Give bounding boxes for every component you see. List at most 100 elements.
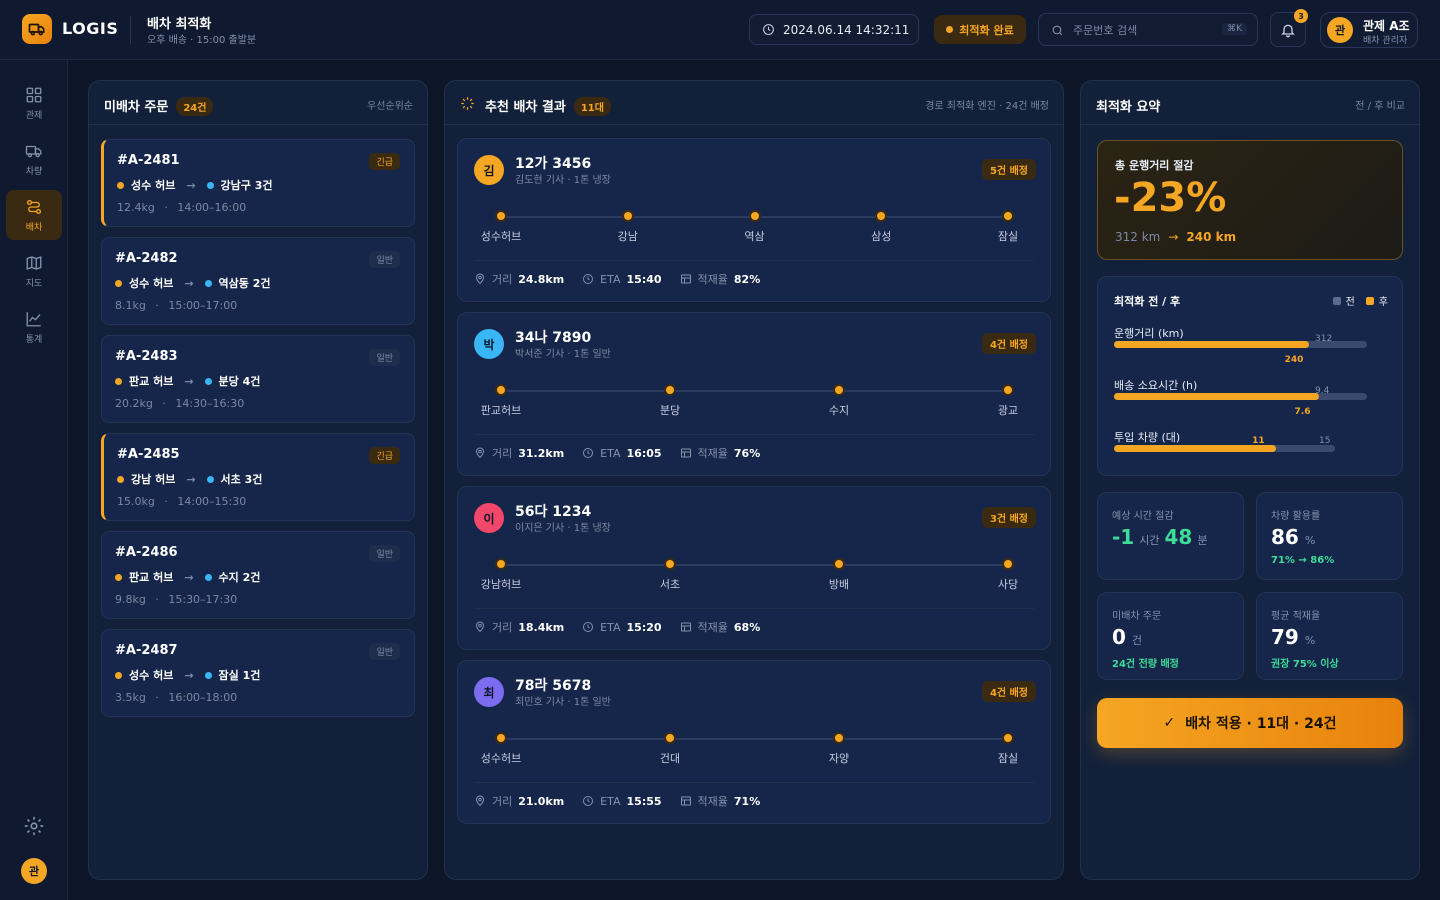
order-destination: 강남구 3건 — [220, 179, 273, 192]
eta-label: ETA — [600, 620, 621, 634]
clock-icon — [583, 796, 594, 806]
order-meta: 12.4kg · 14:00–16:00 — [117, 201, 246, 214]
nav-item-stats[interactable]: 통계 — [6, 302, 62, 352]
vehicle-card[interactable]: 이 56다 1234 이지은 기사 · 1톤 냉장 3건 배정 강남허브 서초 … — [457, 486, 1051, 650]
map-icon — [26, 255, 42, 270]
apply-label: 배차 적용 · 11대 · 24건 — [1185, 716, 1337, 732]
order-card[interactable]: #A-2487 일반 성수 허브 → 잠실 1건 3.5kg · 16:00–1… — [101, 629, 415, 717]
order-card[interactable]: #A-2482 일반 성수 허브 → 역삼동 2건 8.1kg · 15:00–… — [101, 237, 415, 325]
route-stop-label: 수지 — [828, 404, 850, 417]
nav-label: 통계 — [25, 334, 43, 345]
assigned-count-badge: 5건 배정 — [981, 159, 1036, 180]
route-stop-label: 건대 — [659, 752, 681, 765]
vehicle-plate: 56다 1234 — [515, 504, 592, 520]
user-name: 관제 A조 — [1363, 19, 1410, 33]
vehicle-plate: 12가 3456 — [515, 156, 592, 172]
order-route: 판교 허브 → 수지 2건 — [115, 569, 260, 585]
page-subtitle: 오후 배송 · 15:00 출발분 — [147, 35, 257, 46]
divider — [474, 434, 1034, 435]
legend-before: 전 — [1345, 297, 1355, 308]
route-stop-label: 방배 — [828, 578, 850, 591]
arrow-right-icon: → — [184, 374, 194, 388]
order-weight: 12.4kg — [117, 201, 155, 214]
vehicle-card[interactable]: 최 78라 5678 최민호 기사 · 1톤 일반 4건 배정 성수허브 건대 … — [457, 660, 1051, 824]
distance-label: 거리 — [492, 795, 513, 808]
saving-after: 240 km — [1186, 230, 1237, 244]
arrow-right-icon: → — [186, 178, 196, 192]
search-input[interactable] — [1073, 21, 1213, 39]
metric-value: 86 — [1271, 525, 1299, 549]
vehicle-card[interactable]: 김 12가 3456 김도현 기사 · 1톤 냉장 5건 배정 성수허브 강남 … — [457, 138, 1051, 302]
sidebar-avatar[interactable]: 관 — [21, 858, 47, 884]
vehicle-stats: 거리 21.0km ETA 15:55 적재율 71% — [474, 793, 772, 809]
meta-separator: · — [164, 201, 168, 214]
load-label: 적재율 — [697, 621, 728, 634]
route-stop-label: 판교허브 — [480, 404, 522, 417]
metric-value: 79 — [1271, 625, 1299, 649]
order-window: 16:00–18:00 — [168, 691, 238, 704]
results-header: 추천 배차 결과 11대 경로 최적화 엔진 · 24건 배정 — [445, 81, 1063, 125]
bell-icon — [1281, 24, 1295, 37]
distance-value: 21.0km — [518, 794, 565, 808]
eta-value: 15:40 — [626, 272, 662, 286]
metric-card: 차량 활용률 86 % 71% → 86% — [1256, 492, 1403, 580]
after-value: 7.6 — [1294, 407, 1311, 417]
top-bar: LOGIS 배차 최적화 오후 배송 · 15:00 출발분 2024.06.1… — [0, 0, 1440, 60]
driver-info: 이지은 기사 · 1톤 냉장 — [515, 523, 611, 534]
order-card[interactable]: #A-2486 일반 판교 허브 → 수지 2건 9.8kg · 15:30–1… — [101, 531, 415, 619]
load-value: 82% — [733, 272, 761, 286]
spinner-icon — [461, 97, 474, 110]
destination-dot — [206, 181, 214, 189]
avatar: 관 — [1327, 17, 1353, 43]
orders-header: 미배차 주문 24건 우선순위순 — [89, 81, 427, 125]
eta-label: ETA — [600, 272, 621, 286]
divider — [474, 782, 1034, 783]
chart-icon — [26, 311, 41, 326]
meta-separator: · — [155, 691, 159, 704]
search-icon — [1052, 25, 1063, 36]
datetime-text: 2024.06.14 14:32:11 — [783, 22, 910, 37]
metric-label: 평균 적재율 — [1271, 611, 1321, 622]
metric-unit: % — [1304, 534, 1316, 547]
order-card[interactable]: #A-2483 일반 판교 허브 → 분당 4건 20.2kg · 14:30–… — [101, 335, 415, 423]
order-card[interactable]: #A-2485 긴급 강남 허브 → 서초 3건 15.0kg · 14:00–… — [101, 433, 415, 521]
nav-item-vehicles[interactable]: 차량 — [6, 134, 62, 184]
order-destination: 서초 3건 — [220, 473, 263, 486]
route-stop-dot — [875, 210, 888, 222]
origin-dot — [117, 475, 124, 483]
route-stop-dot — [495, 210, 507, 222]
order-meta: 15.0kg · 14:00–15:30 — [117, 495, 246, 508]
destination-dot — [204, 573, 212, 581]
divider — [474, 608, 1034, 609]
load-value: 71% — [733, 794, 761, 808]
route-stop-dot — [495, 732, 507, 744]
route-stop-label: 강남 — [617, 230, 638, 243]
box-icon — [680, 274, 691, 284]
driver-avatar: 이 — [474, 503, 504, 533]
route-stop-label: 사당 — [997, 578, 1019, 591]
box-icon — [680, 622, 691, 632]
nav-item-map[interactable]: 지도 — [6, 246, 62, 296]
order-card[interactable]: #A-2481 긴급 성수 허브 → 강남구 3건 12.4kg · 14:00… — [101, 139, 415, 227]
apply-dispatch-button[interactable]: ✓ 배차 적용 · 11대 · 24건 — [1097, 698, 1403, 748]
compare-toggle[interactable]: 전 / 후 비교 — [1355, 97, 1405, 112]
route-stop-label: 잠실 — [997, 752, 1019, 765]
nav-item-dashboard[interactable]: 관제 — [6, 78, 62, 128]
order-origin: 성수 허브 — [129, 277, 174, 290]
user-menu[interactable]: 관 관제 A조 배차 관리자 — [1320, 12, 1418, 48]
route-stop-dot — [833, 732, 845, 744]
order-window: 14:30–16:30 — [175, 397, 245, 410]
sort-toggle[interactable]: 우선순위순 — [367, 97, 413, 112]
metric-label: 예상 시간 절감 — [1112, 511, 1174, 522]
nav-label: 배차 — [25, 222, 43, 233]
metric-unit: % — [1304, 634, 1316, 647]
settings-button[interactable] — [23, 815, 45, 841]
order-meta: 3.5kg · 16:00–18:00 — [115, 691, 237, 704]
summary-header: 최적화 요약 전 / 후 비교 — [1081, 81, 1419, 125]
search-box[interactable]: ⌘K — [1038, 13, 1258, 46]
vehicle-card[interactable]: 박 34나 7890 박서준 기사 · 1톤 일반 4건 배정 판교허브 분당 … — [457, 312, 1051, 476]
destination-dot — [204, 671, 212, 679]
arrow-right-icon: → — [1168, 230, 1179, 244]
origin-dot — [115, 671, 122, 679]
nav-item-dispatch[interactable]: 배차 — [6, 190, 62, 240]
